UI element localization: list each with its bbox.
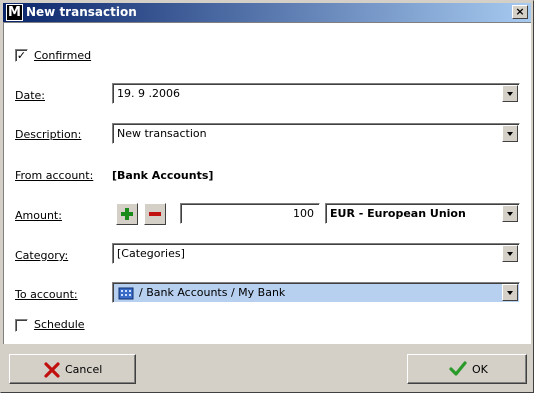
- close-button[interactable]: ×: [512, 5, 528, 19]
- to-account-value: / Bank Accounts / My Bank: [139, 286, 286, 299]
- to-account-combo[interactable]: / Bank Accounts / My Bank: [112, 282, 520, 303]
- chevron-down-icon: [507, 291, 513, 295]
- to-account-label: To account:: [15, 288, 78, 302]
- date-value: 19. 9 .2006: [117, 87, 180, 100]
- category-label: Category:: [15, 249, 68, 263]
- app-icon: M: [6, 4, 23, 21]
- schedule-label-text: Schedule: [34, 318, 85, 331]
- cancel-button[interactable]: Cancel: [9, 354, 136, 384]
- window-title: New transaction: [26, 5, 137, 19]
- from-account-label: From account:: [15, 169, 93, 183]
- date-picker[interactable]: 19. 9 .2006: [112, 83, 520, 104]
- currency-value: EUR - European Union: [330, 207, 466, 220]
- confirmed-label: Confirmed: [34, 49, 91, 63]
- amount-input[interactable]: 100: [180, 203, 320, 224]
- amount-label-text: Amount:: [15, 209, 62, 222]
- ok-label: OK: [472, 363, 488, 376]
- button-bar: Cancel OK: [3, 344, 531, 391]
- description-combo[interactable]: New transaction: [112, 123, 520, 144]
- subtract-amount-button[interactable]: [144, 203, 166, 225]
- category-label-text: Category:: [15, 249, 69, 262]
- new-transaction-dialog: M New transaction × ✓ Confirmed Date: 19…: [0, 0, 534, 393]
- description-label-text: Description:: [15, 128, 82, 141]
- transaction-form: ✓ Confirmed Date: 19. 9 .2006 Descriptio…: [3, 22, 531, 344]
- category-value: [Categories]: [117, 247, 185, 260]
- chevron-down-icon: [507, 252, 513, 256]
- description-label: Description:: [15, 128, 81, 142]
- description-value: New transaction: [117, 127, 207, 140]
- date-label: Date:: [15, 89, 45, 103]
- category-combo[interactable]: [Categories]: [112, 243, 520, 264]
- amount-value: 100: [293, 207, 314, 220]
- checkmark-icon: [449, 361, 467, 376]
- to-account-label-text: To account:: [15, 288, 78, 301]
- bank-icon: [118, 287, 134, 300]
- schedule-label: Schedule: [34, 318, 85, 332]
- from-account-label-text: From account:: [15, 169, 94, 182]
- ok-button[interactable]: OK: [407, 354, 527, 384]
- confirmed-checkbox[interactable]: ✓: [15, 49, 28, 62]
- title-bar[interactable]: M New transaction ×: [3, 3, 531, 22]
- plus-icon: [121, 208, 133, 220]
- currency-dropdown-button[interactable]: [502, 205, 518, 222]
- amount-label: Amount:: [15, 209, 62, 223]
- minus-icon: [149, 212, 161, 216]
- description-dropdown-button[interactable]: [502, 125, 518, 142]
- cancel-label: Cancel: [65, 363, 103, 376]
- to-account-dropdown-button[interactable]: [502, 284, 518, 301]
- x-icon: [44, 362, 60, 378]
- date-dropdown-button[interactable]: [502, 85, 518, 102]
- from-account-value: [Bank Accounts]: [112, 169, 214, 182]
- schedule-checkbox[interactable]: [15, 319, 28, 332]
- confirmed-label-text: Confirmed: [34, 49, 92, 62]
- currency-select[interactable]: EUR - European Union: [325, 203, 520, 224]
- category-dropdown-button[interactable]: [502, 245, 518, 262]
- chevron-down-icon: [507, 92, 513, 96]
- chevron-down-icon: [507, 132, 513, 136]
- add-amount-button[interactable]: [116, 203, 138, 225]
- chevron-down-icon: [507, 212, 513, 216]
- date-label-text: Date:: [15, 89, 45, 102]
